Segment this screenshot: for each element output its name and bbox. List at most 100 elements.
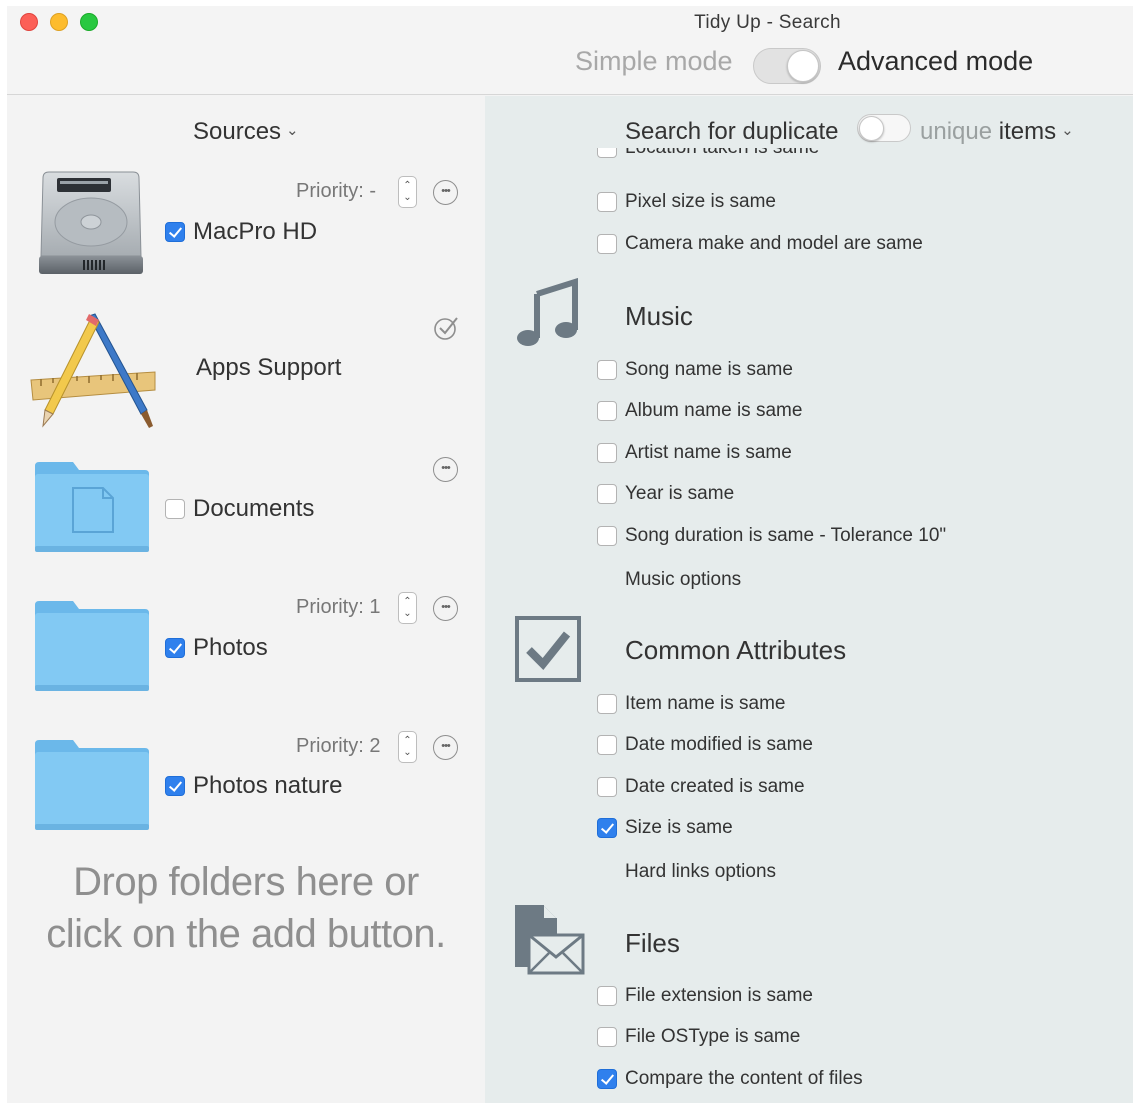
sources-menu[interactable]: Sources ⌄ xyxy=(193,118,299,146)
option-label: Date created is same xyxy=(625,776,805,797)
sources-pane: Sources ⌄ Priority: - ⌃ ⌄ ••• MacPro HD … xyxy=(7,96,485,1103)
source-name: MacPro HD xyxy=(193,218,318,245)
option-label: Compare the content of files xyxy=(625,1068,863,1089)
option-label: Location taken is same xyxy=(625,148,819,159)
source-checkbox[interactable] xyxy=(165,499,185,519)
hard-drive-icon xyxy=(39,171,143,274)
more-options-icon[interactable]: ••• xyxy=(433,596,458,621)
items-label: items xyxy=(998,118,1057,145)
option-checkbox[interactable] xyxy=(597,735,617,755)
items-menu[interactable]: unique items ⌄ xyxy=(920,118,1074,146)
option-label: Artist name is same xyxy=(625,442,792,463)
priority-label: Priority: 1 xyxy=(296,596,381,618)
option-label: Size is same xyxy=(625,817,733,838)
drop-hint-line: Drop folders here or xyxy=(73,860,419,904)
option-label: Date modified is same xyxy=(625,734,813,755)
section-title-common-attributes: Common Attributes xyxy=(625,635,847,665)
option-file-ostype[interactable]: File OSType is same xyxy=(597,1026,800,1048)
priority-label: Priority: - xyxy=(296,180,376,202)
option-year[interactable]: Year is same xyxy=(597,483,734,505)
option-label: Camera make and model are same xyxy=(625,233,923,254)
option-checkbox[interactable] xyxy=(597,234,617,254)
section-title-files: Files xyxy=(625,928,680,958)
option-checkbox[interactable] xyxy=(597,360,617,380)
source-name: Documents xyxy=(193,495,315,522)
folder-icon xyxy=(35,601,149,691)
option-checkbox[interactable] xyxy=(597,148,617,158)
option-checkbox[interactable] xyxy=(597,694,617,714)
drop-hint-line: click on the add button. xyxy=(46,912,446,956)
criteria-pane: Search for duplicate unique items⌄ Locat… xyxy=(485,96,1133,1103)
mode-toggle-knob xyxy=(787,50,819,82)
simple-mode-label[interactable]: Simple mode xyxy=(575,46,733,77)
hard-links-options-link[interactable]: Hard links options xyxy=(625,861,776,883)
drop-zone-hint[interactable]: Drop folders here or click on the add bu… xyxy=(7,856,485,960)
option-checkbox[interactable] xyxy=(597,1027,617,1047)
option-label: Album name is same xyxy=(625,400,803,421)
option-album-name[interactable]: Album name is same xyxy=(597,400,802,422)
search-for-duplicate-label: Search for duplicate xyxy=(625,118,839,145)
option-artist-name[interactable]: Artist name is same xyxy=(597,442,792,464)
option-checkbox[interactable] xyxy=(597,1069,617,1089)
source-name: Photos nature xyxy=(193,772,343,799)
option-date-modified[interactable]: Date modified is same xyxy=(597,734,813,756)
chevron-down-icon: ⌄ xyxy=(1061,122,1074,139)
verified-check-icon xyxy=(434,317,458,340)
option-date-created[interactable]: Date created is same xyxy=(597,776,805,798)
file-envelope-icon xyxy=(515,905,585,975)
chevron-down-icon: ⌄ xyxy=(286,122,299,139)
clipped-option-row: Location taken is same xyxy=(597,148,997,166)
option-item-name[interactable]: Item name is same xyxy=(597,693,786,715)
option-camera-make[interactable]: Camera make and model are same xyxy=(597,233,923,255)
option-label: Song name is same xyxy=(625,359,793,380)
option-checkbox[interactable] xyxy=(597,986,617,1006)
option-label: File OSType is same xyxy=(625,1026,801,1047)
sources-header-label: Sources xyxy=(193,118,282,145)
more-options-icon[interactable]: ••• xyxy=(433,180,458,205)
priority-stepper[interactable]: ⌃ ⌄ xyxy=(398,731,417,763)
option-pixel-size[interactable]: Pixel size is same xyxy=(597,191,776,213)
option-size[interactable]: Size is same xyxy=(597,817,733,839)
priority-label: Priority: 2 xyxy=(296,735,381,757)
more-options-icon[interactable]: ••• xyxy=(433,735,458,760)
option-label: Pixel size is same xyxy=(625,191,776,212)
option-location-taken[interactable]: Location taken is same xyxy=(597,148,819,159)
priority-stepper[interactable]: ⌃ ⌄ xyxy=(398,592,417,624)
source-item-photos[interactable]: Photos xyxy=(165,634,268,662)
duplicate-unique-switch[interactable] xyxy=(857,114,911,142)
option-checkbox[interactable] xyxy=(597,401,617,421)
source-name-apps-support[interactable]: Apps Support xyxy=(196,354,341,382)
source-item-documents[interactable]: Documents xyxy=(165,495,314,523)
option-checkbox[interactable] xyxy=(597,818,617,838)
mode-toggle-switch[interactable] xyxy=(753,48,821,84)
option-label: Item name is same xyxy=(625,693,786,714)
more-options-icon[interactable]: ••• xyxy=(433,457,458,482)
folder-icon xyxy=(35,740,149,830)
source-checkbox[interactable] xyxy=(165,776,185,796)
option-song-name[interactable]: Song name is same xyxy=(597,359,793,381)
source-checkbox[interactable] xyxy=(165,638,185,658)
option-label: File extension is same xyxy=(625,985,813,1006)
switch-knob xyxy=(859,116,884,141)
checkmark-box-icon xyxy=(515,616,581,682)
option-checkbox[interactable] xyxy=(597,443,617,463)
source-item-macpro-hd[interactable]: MacPro HD xyxy=(165,218,317,246)
option-file-extension[interactable]: File extension is same xyxy=(597,985,813,1007)
priority-stepper[interactable]: ⌃ ⌄ xyxy=(398,176,417,208)
option-compare-content[interactable]: Compare the content of files xyxy=(597,1068,863,1090)
source-name: Photos xyxy=(193,634,268,661)
documents-folder-icon xyxy=(35,462,149,552)
source-checkbox[interactable] xyxy=(165,222,185,242)
section-title-music: Music xyxy=(625,301,693,331)
advanced-mode-label[interactable]: Advanced mode xyxy=(838,46,1033,77)
option-song-duration[interactable]: Song duration is same - Tolerance 10" xyxy=(597,525,946,547)
unique-label: unique xyxy=(920,118,993,145)
applications-icon xyxy=(30,313,156,428)
music-note-icon xyxy=(517,278,578,346)
option-checkbox[interactable] xyxy=(597,484,617,504)
music-options-link[interactable]: Music options xyxy=(625,569,741,591)
option-checkbox[interactable] xyxy=(597,192,617,212)
option-checkbox[interactable] xyxy=(597,777,617,797)
option-checkbox[interactable] xyxy=(597,526,617,546)
source-item-photos-nature[interactable]: Photos nature xyxy=(165,772,342,800)
